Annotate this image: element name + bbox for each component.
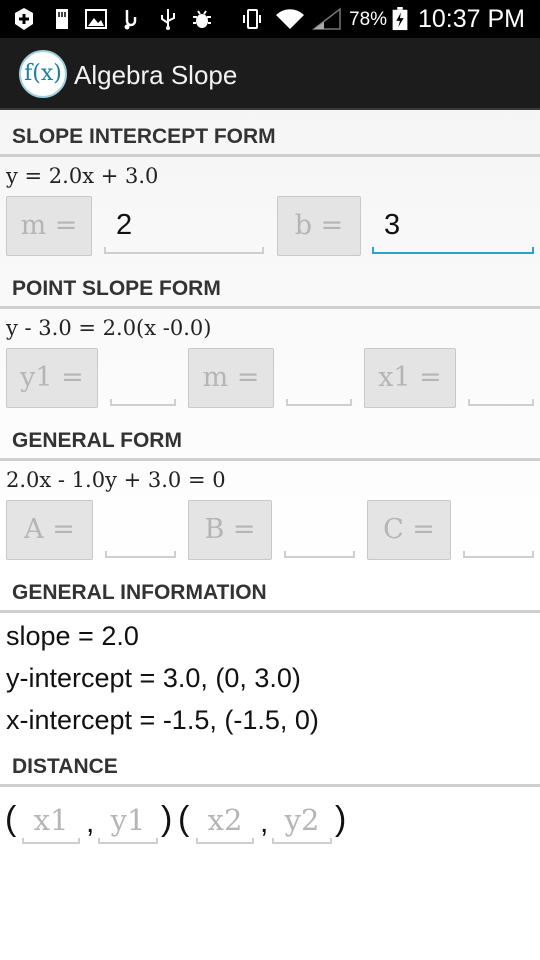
slope-info: slope = 2.0	[6, 621, 139, 651]
section-title: DISTANCE	[12, 755, 118, 778]
signal-icon	[312, 7, 341, 30]
point-y1-input[interactable]	[110, 348, 176, 406]
point-m-input[interactable]	[286, 348, 352, 406]
slope-m-input[interactable]: 2	[104, 196, 264, 254]
y-intercept-info: y-intercept = 3.0, (0, 3.0)	[6, 663, 301, 693]
distance-x1-input[interactable]: x1	[22, 798, 80, 844]
image-icon	[85, 9, 107, 29]
distance-y1-input[interactable]: y1	[98, 798, 158, 844]
distance-x2-input[interactable]: x2	[196, 798, 254, 844]
distance-y2-input[interactable]: y2	[272, 798, 332, 844]
app-logo-icon[interactable]: f(x)	[19, 50, 67, 98]
general-c-input[interactable]	[463, 500, 534, 558]
section-title: SLOPE INTERCEPT FORM	[12, 125, 276, 148]
m-label-button[interactable]: m =	[188, 348, 274, 408]
b-label-button[interactable]: b =	[277, 196, 361, 256]
section-header-distance: DISTANCE	[0, 743, 540, 787]
x-intercept-info: x-intercept = -1.5, (-1.5, 0)	[6, 705, 319, 735]
slope-intercept-equation: y = 2.0x + 3.0	[6, 164, 159, 188]
section-title: GENERAL FORM	[12, 429, 182, 452]
battery-percent: 78%	[349, 9, 388, 30]
section-title: GENERAL INFORMATION	[12, 581, 267, 604]
general-b-input[interactable]	[284, 500, 355, 558]
section-header-slope-intercept: SLOPE INTERCEPT FORM	[0, 113, 540, 157]
comma: ,	[86, 806, 95, 839]
vibrate-icon	[243, 9, 261, 29]
app-title: Algebra Slope	[74, 60, 238, 90]
clock: 10:37 PM	[418, 5, 526, 33]
point-slope-equation: y - 3.0 = 2.0(x -0.0)	[6, 316, 212, 340]
wifi-icon	[276, 9, 304, 29]
a-label-button[interactable]: A =	[6, 500, 93, 560]
battery-charging-icon	[392, 7, 408, 31]
status-bar: 78% 10:37 PM	[0, 0, 540, 38]
intercept-b-input[interactable]: 3	[372, 196, 534, 254]
point-x1-input[interactable]	[468, 348, 534, 406]
action-bar: f(x) Algebra Slope	[0, 38, 540, 110]
bug-icon	[193, 10, 211, 28]
comma: ,	[260, 806, 269, 839]
y1-label-button[interactable]: y1 =	[6, 348, 98, 408]
section-header-general-info: GENERAL INFORMATION	[0, 569, 540, 613]
usb-debug-icon	[124, 10, 137, 30]
sd-card-icon	[56, 9, 68, 29]
add-icon	[15, 8, 33, 30]
open-paren: (	[5, 800, 17, 838]
section-header-general-form: GENERAL FORM	[0, 417, 540, 461]
usb-icon	[161, 9, 175, 30]
general-form-equation: 2.0x - 1.0y + 3.0 = 0	[6, 468, 226, 492]
close-paren: )	[335, 800, 347, 838]
general-a-input[interactable]	[105, 500, 176, 558]
x1-label-button[interactable]: x1 =	[364, 348, 456, 408]
b-label-button[interactable]: B =	[188, 500, 272, 560]
c-label-button[interactable]: C =	[367, 500, 451, 560]
section-header-point-slope: POINT SLOPE FORM	[0, 265, 540, 309]
section-title: POINT SLOPE FORM	[12, 277, 221, 300]
close-paren: )	[161, 800, 173, 838]
m-label-button[interactable]: m =	[6, 196, 92, 256]
open-paren: (	[178, 800, 190, 838]
